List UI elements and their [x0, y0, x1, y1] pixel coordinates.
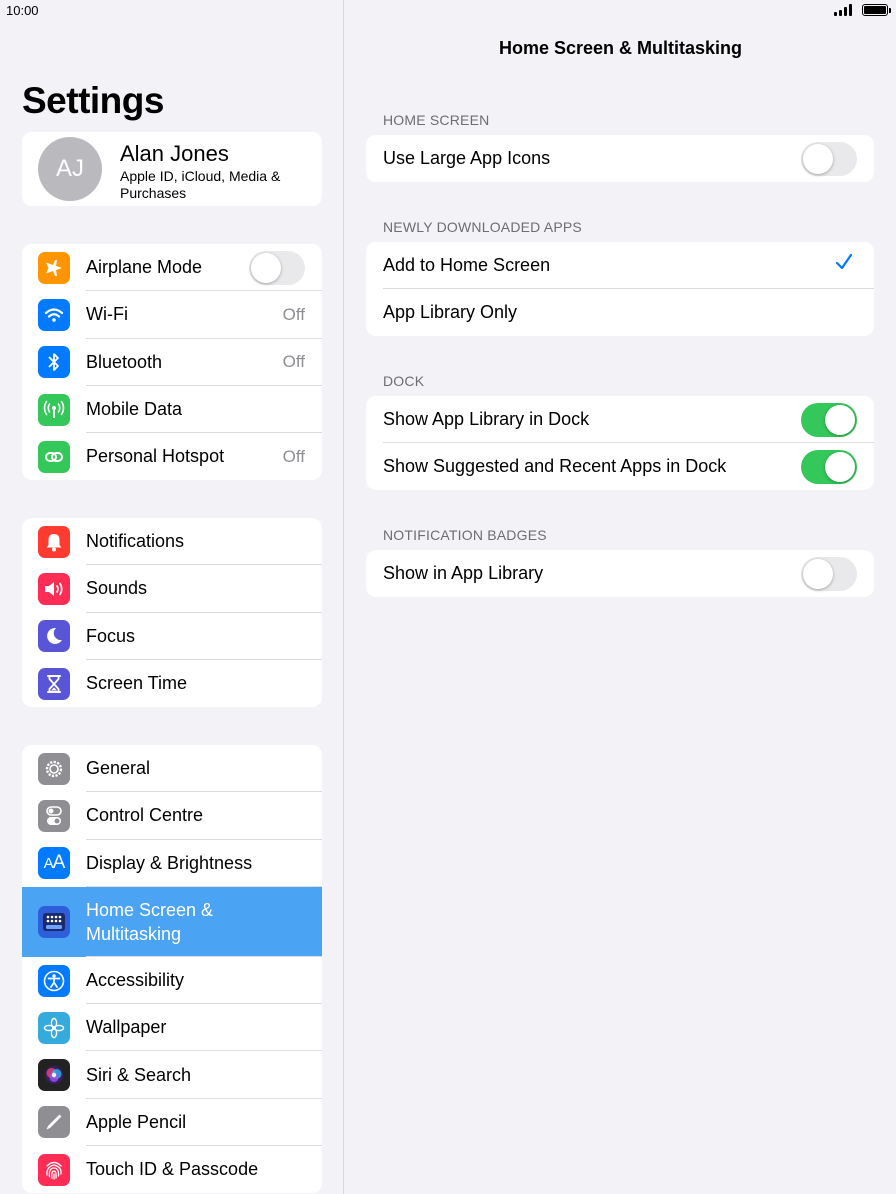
antenna-icon — [38, 393, 70, 426]
sidebar-item-label: Personal Hotspot — [86, 446, 225, 467]
sidebar-item-notifications[interactable]: Notifications — [22, 518, 322, 566]
settings-sidebar: Settings AJ Alan Jones Apple ID, iCloud,… — [0, 0, 344, 1194]
sidebar-item-label: Siri & Search — [86, 1064, 192, 1085]
sidebar-item-accessibility[interactable]: Accessibility — [22, 957, 322, 1005]
row-label: Show App Library in Dock — [383, 409, 590, 429]
switches-icon — [38, 799, 70, 832]
bell-icon — [38, 525, 70, 558]
profile-name: Alan Jones — [120, 141, 229, 166]
sidebar-item-label: Accessibility — [86, 970, 185, 991]
use-large-app-icons-toggle[interactable] — [801, 142, 857, 176]
show-app-library-in-dock-toggle[interactable] — [801, 403, 857, 437]
speaker-icon — [38, 572, 70, 605]
hourglass-icon — [38, 667, 70, 700]
sidebar-item-control-centre[interactable]: Control Centre — [22, 792, 322, 840]
newly-downloaded-card: Add to Home Screen App Library Only — [366, 242, 874, 336]
sidebar-item-label: Focus — [86, 625, 136, 646]
wifi-icon — [38, 298, 70, 331]
sidebar-item-label: Display & Brightness — [86, 852, 253, 873]
sidebar-item-mobile-data[interactable]: Mobile Data — [22, 386, 322, 434]
row-label: App Library Only — [383, 302, 518, 322]
sidebar-item-touch-id-passcode[interactable]: Touch ID & Passcode — [22, 1146, 322, 1193]
sidebar-item-label: General — [86, 758, 151, 779]
fingerprint-icon — [38, 1153, 70, 1186]
sidebar-item-label: Wi-Fi — [86, 304, 128, 325]
sidebar-item-sounds[interactable]: Sounds — [22, 565, 322, 613]
status-icons — [834, 4, 891, 16]
sidebar-item-bluetooth[interactable]: Bluetooth Off — [22, 339, 322, 386]
connectivity-group: Airplane Mode Wi-Fi Off Bluetooth Off Mo… — [22, 244, 322, 481]
section-header-home-screen: HOME SCREEN — [383, 112, 490, 128]
sidebar-item-label: Screen Time — [86, 673, 188, 694]
notifications-group: Notifications Sounds Focus Screen Time — [22, 518, 322, 708]
accessibility-icon — [38, 964, 70, 997]
row-label: Add to Home Screen — [383, 255, 551, 275]
sidebar-item-label: Notifications — [86, 531, 185, 552]
detail-title: Home Screen & Multitasking — [498, 38, 743, 58]
profile-subtitle: Apple ID, iCloud, Media & Purchases — [120, 168, 281, 201]
app-library-only-option[interactable]: App Library Only — [366, 289, 874, 336]
pencil-icon — [38, 1106, 70, 1139]
bluetooth-icon — [38, 346, 70, 379]
sidebar-item-wifi[interactable]: Wi-Fi Off — [22, 291, 322, 339]
general-group: General Control Centre AA Display & Brig… — [22, 745, 322, 1194]
sidebar-item-label: Airplane Mode — [86, 257, 203, 278]
home-grid-icon — [38, 905, 70, 938]
sidebar-item-focus[interactable]: Focus — [22, 613, 322, 660]
text-size-icon: AA — [38, 847, 70, 880]
sidebar-item-label: Home Screen & Multitasking — [86, 899, 214, 944]
airplane-mode-toggle[interactable] — [249, 251, 305, 285]
battery-icon — [862, 4, 891, 16]
show-suggested-recent-apps-row[interactable]: Show Suggested and Recent Apps in Dock — [366, 443, 874, 490]
dock-card: Show App Library in Dock Show Suggested … — [366, 396, 874, 490]
sidebar-item-label: Touch ID & Passcode — [86, 1159, 259, 1180]
show-suggested-recent-apps-toggle[interactable] — [801, 450, 857, 484]
sidebar-item-label: Mobile Data — [86, 399, 183, 420]
siri-icon — [38, 1059, 70, 1092]
row-label: Show Suggested and Recent Apps in Dock — [383, 456, 727, 476]
sidebar-item-label: Control Centre — [86, 805, 204, 826]
page-title: Settings — [22, 80, 164, 121]
sidebar-item-label: Bluetooth — [86, 351, 163, 372]
show-in-app-library-row[interactable]: Show in App Library — [366, 550, 874, 597]
show-in-app-library-toggle[interactable] — [801, 557, 857, 591]
section-header-dock: DOCK — [383, 373, 425, 389]
row-label: Show in App Library — [383, 563, 544, 583]
section-header-newly-downloaded: NEWLY DOWNLOADED APPS — [383, 219, 582, 235]
sidebar-item-label: Sounds — [86, 578, 148, 599]
row-label: Use Large App Icons — [383, 148, 551, 168]
gear-icon — [38, 752, 70, 785]
wifi-status: Off — [282, 304, 305, 324]
sidebar-item-label: Wallpaper — [86, 1017, 167, 1038]
sidebar-item-personal-hotspot[interactable]: Personal Hotspot Off — [22, 433, 322, 480]
airplane-icon — [38, 251, 70, 284]
show-app-library-in-dock-row[interactable]: Show App Library in Dock — [366, 396, 874, 443]
hotspot-status: Off — [282, 446, 305, 466]
sidebar-item-display-brightness[interactable]: AA Display & Brightness — [22, 840, 322, 887]
use-large-app-icons-row[interactable]: Use Large App Icons — [366, 135, 874, 182]
apple-id-profile[interactable]: AJ Alan Jones Apple ID, iCloud, Media & … — [22, 132, 322, 206]
sidebar-item-siri-search[interactable]: Siri & Search — [22, 1051, 322, 1099]
hotspot-icon — [38, 440, 70, 473]
home-screen-card: Use Large App Icons — [366, 135, 874, 182]
sidebar-item-label: Apple Pencil — [86, 1111, 187, 1132]
avatar: AJ — [38, 137, 102, 201]
notification-badges-card: Show in App Library — [366, 550, 874, 597]
cellular-signal-icon — [834, 4, 852, 16]
sidebar-item-airplane-mode[interactable]: Airplane Mode — [22, 244, 322, 292]
sidebar-item-general[interactable]: General — [22, 745, 322, 793]
checkmark-icon — [835, 253, 853, 270]
sidebar-item-screen-time[interactable]: Screen Time — [22, 660, 322, 707]
flower-icon — [38, 1011, 70, 1044]
add-to-home-screen-option[interactable]: Add to Home Screen — [366, 242, 874, 289]
sidebar-item-home-screen-multitasking[interactable]: Home Screen & Multitasking — [22, 886, 322, 957]
sidebar-item-wallpaper[interactable]: Wallpaper — [22, 1004, 322, 1052]
sidebar-item-apple-pencil[interactable]: Apple Pencil — [22, 1099, 322, 1147]
bluetooth-status: Off — [282, 352, 305, 372]
section-header-notification-badges: NOTIFICATION BADGES — [383, 527, 547, 543]
moon-icon — [38, 620, 70, 653]
